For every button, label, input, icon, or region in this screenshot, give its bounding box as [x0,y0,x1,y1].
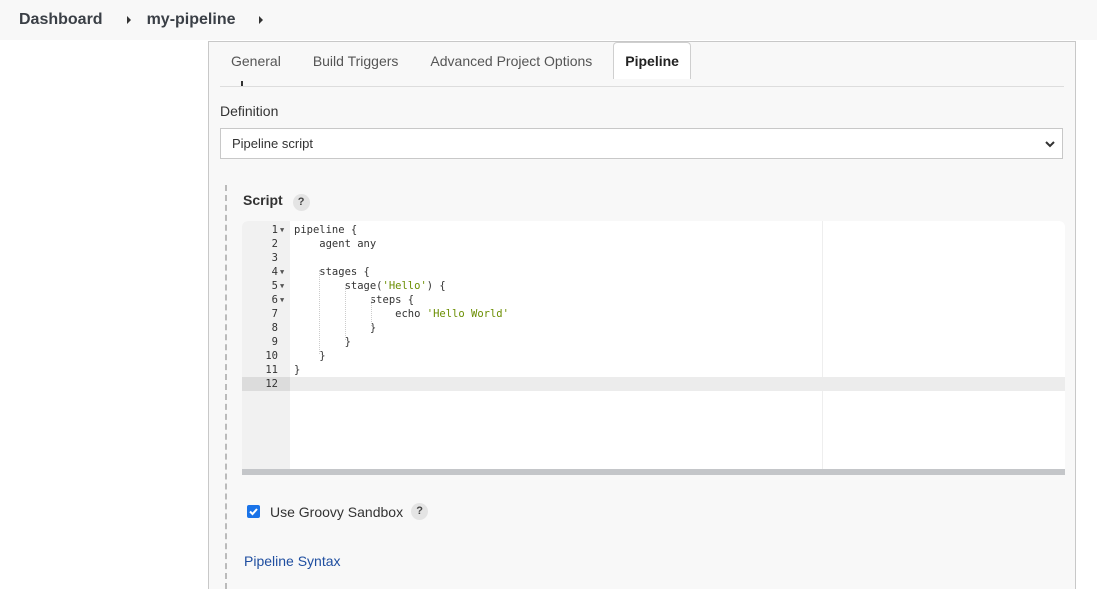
tab-advanced-project-options[interactable]: Advanced Project Options [419,42,603,79]
breadcrumb-separator-icon[interactable] [126,16,131,24]
code-token: ) { [426,280,446,292]
code-line[interactable]: 4 ▼ stages { [242,265,1065,279]
line-number: 11 [265,364,278,376]
tab-pipeline[interactable]: Pipeline [613,42,691,79]
script-section: Script ? 1 ▼ pipeline {2 agent any 3 4 ▼ stag… [225,185,1067,589]
code-text: } [294,322,377,334]
fold-toggle-icon[interactable]: ▼ [280,223,284,237]
code-text: } [294,350,326,362]
help-icon[interactable]: ? [411,503,429,520]
code-line[interactable]: 10 } [242,349,1065,363]
code-line[interactable]: 5 ▼ stage('Hello') { [242,279,1065,293]
line-number: 9 [271,336,278,348]
breadcrumb-bar: Dashboard my-pipeline [0,0,1097,40]
fold-toggle-icon[interactable]: ▼ [280,265,284,279]
code-text: pipeline { [294,224,358,236]
code-line[interactable]: 8 } [242,321,1065,335]
checkmark-icon [249,508,258,516]
line-number: 3 [271,252,278,264]
code-line[interactable]: 9 } [242,335,1065,349]
script-label: Script ? [243,192,310,211]
code-text: steps { [294,294,415,306]
script-editor[interactable]: 1 ▼ pipeline {2 agent any 3 4 ▼ stages {5 ▼ st… [242,221,1065,475]
definition-selected-value: Pipeline script [232,136,313,151]
tab-divider [220,86,1064,87]
indent-guide [345,284,346,340]
line-number: 8 [271,322,278,334]
code-line[interactable]: 11} [242,363,1065,377]
code-text: } [294,364,301,376]
code-text: stages { [294,266,370,278]
tab-general[interactable]: General [220,42,292,79]
groovy-sandbox-label[interactable]: Use Groovy Sandbox [270,504,403,520]
definition-select[interactable]: Pipeline script [220,128,1063,159]
fold-toggle-icon[interactable]: ▼ [280,279,284,293]
help-icon[interactable]: ? [292,194,310,211]
groovy-sandbox-checkbox[interactable] [247,505,260,518]
breadcrumb-separator-icon[interactable] [259,16,264,24]
line-number: 6 [271,294,278,306]
pipeline-syntax-link[interactable]: Pipeline Syntax [244,553,341,569]
string-literal: 'Hello' [382,280,427,292]
code-text: echo 'Hello World' [294,307,509,321]
code-line[interactable]: 7 echo 'Hello World' [242,307,1065,321]
code-text: } [294,336,351,348]
line-number: 12 [242,377,278,391]
code-token: stage( [294,280,383,292]
line-number: 10 [265,350,278,362]
chevron-down-icon [1044,137,1056,152]
code-line[interactable]: 3 [242,251,1065,265]
string-literal: 'Hello World' [426,308,509,320]
line-number: 2 [271,238,278,250]
definition-label: Definition [220,103,279,119]
code-line[interactable]: 6 ▼ steps { [242,293,1065,307]
tab-build-triggers[interactable]: Build Triggers [302,42,410,79]
line-number: 7 [271,308,278,320]
line-number: 4 [271,266,278,278]
fold-toggle-icon[interactable]: ▼ [280,293,284,307]
code-text: agent any [294,238,377,250]
config-tabs: General Build Triggers Advanced Project … [209,42,691,79]
config-panel: General Build Triggers Advanced Project … [208,41,1076,589]
indent-guide [371,298,372,326]
breadcrumb-my-pipeline[interactable]: my-pipeline [147,11,236,29]
code-line[interactable]: 1 ▼ pipeline { [242,223,1065,237]
sandbox-row: Use Groovy Sandbox ? [247,503,429,520]
script-label-text: Script [243,192,283,208]
breadcrumb-dashboard[interactable]: Dashboard [19,11,103,29]
code-text: stage('Hello') { [294,279,446,293]
line-number: 1 [271,224,278,236]
line-number: 5 [271,280,278,292]
code-line[interactable]: 2 agent any [242,237,1065,251]
code-token: echo [294,308,427,320]
code-line[interactable]: 12 [242,377,1065,391]
indent-guide [319,270,320,354]
